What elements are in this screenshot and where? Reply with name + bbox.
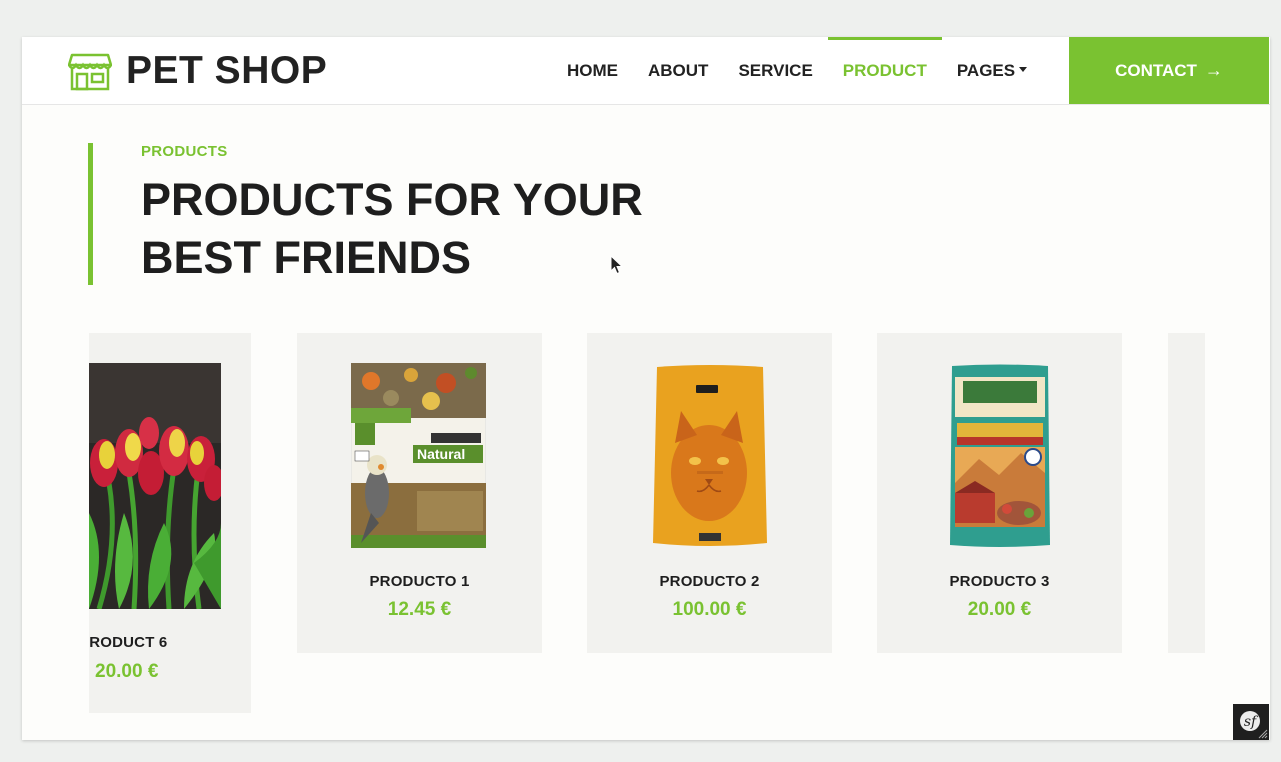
caret-down-icon (1019, 67, 1028, 73)
section-heading: PRODUCTS PRODUCTS FOR YOUR BEST FRIENDS (88, 143, 653, 285)
page-frame: PET SHOP HOME ABOUT SERVICE PRODUCT PAGE… (22, 37, 1270, 740)
product-card[interactable]: PRODUCTO 3 20.00 € (877, 333, 1122, 653)
nav-item-label: ABOUT (648, 61, 709, 80)
nav-item-label: SERVICE (738, 61, 813, 80)
main-nav: HOME ABOUT SERVICE PRODUCT PAGES (552, 37, 1042, 104)
product-price: 100.00 € (672, 599, 747, 620)
nav-item-service[interactable]: SERVICE (723, 37, 827, 104)
arrow-right-icon: → (1204, 60, 1223, 80)
nav-item-label: PAGES (956, 61, 1016, 80)
svg-text:Natural: Natural (417, 446, 465, 462)
nav-item-about[interactable]: ABOUT (633, 37, 723, 104)
product-name: PRODUCTO 3 (949, 573, 1050, 590)
nav-item-home[interactable]: HOME (552, 37, 633, 104)
site-header: PET SHOP HOME ABOUT SERVICE PRODUCT PAGE… (22, 37, 1270, 105)
nav-item-label: HOME (567, 61, 618, 80)
product-card[interactable]: PRODUCT 6 20.00 € (89, 333, 251, 713)
nav-item-label: PRODUCT (842, 61, 927, 80)
symfony-logo-icon: sf (1240, 711, 1268, 739)
product-image-bird-food-bag: Natural (351, 363, 486, 548)
product-card[interactable] (1168, 333, 1205, 653)
product-name: PRODUCTO 1 (369, 573, 470, 590)
product-image-dog-food-bag (950, 364, 1050, 547)
storefront-icon (68, 53, 112, 91)
product-price: 20.00 € (967, 599, 1032, 620)
product-image-cat-food-bag (653, 365, 767, 546)
contact-button-label: CONTACT (1115, 60, 1197, 80)
product-name: PRODUCTO 2 (659, 573, 760, 590)
product-name: PRODUCT 6 (89, 634, 168, 651)
contact-button[interactable]: CONTACT → (1069, 37, 1269, 104)
symfony-toolbar-toggle[interactable]: sf (1233, 704, 1269, 740)
product-price: 12.45 € (387, 599, 452, 620)
product-card[interactable]: PRODUCTO 2 100.00 € (587, 333, 832, 653)
product-price: 20.00 € (95, 661, 159, 682)
brand-title: PET SHOP (126, 49, 328, 92)
product-card[interactable]: Natural PRODUCTO 1 12.45 € (297, 333, 542, 653)
section-eyebrow: PRODUCTS (141, 143, 228, 160)
nav-item-product[interactable]: PRODUCT (827, 37, 942, 104)
brand-logo[interactable]: PET SHOP (68, 47, 327, 95)
product-image-tulips (89, 363, 221, 609)
section-title: PRODUCTS FOR YOUR BEST FRIENDS (141, 174, 643, 283)
mouse-cursor-icon (610, 255, 624, 275)
nav-item-pages[interactable]: PAGES (942, 37, 1042, 104)
